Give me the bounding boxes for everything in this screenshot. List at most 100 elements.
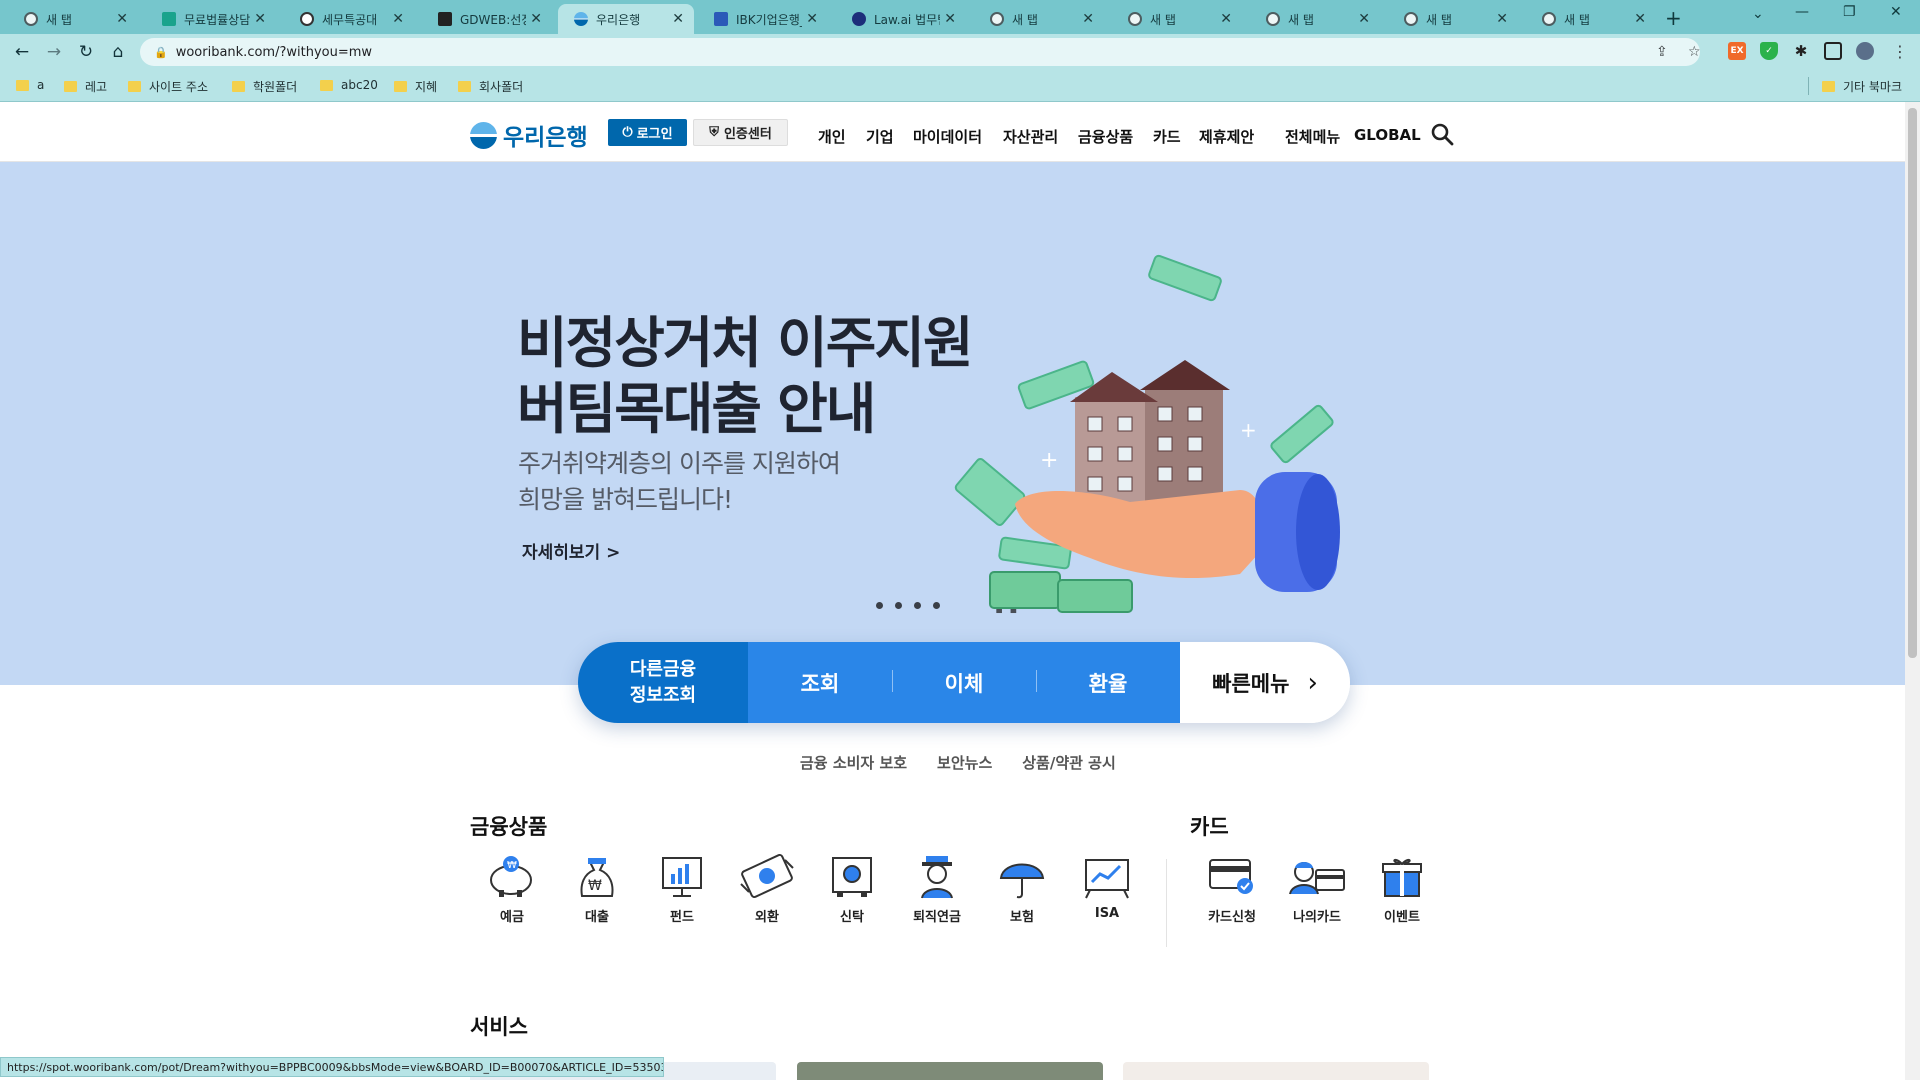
product-isa[interactable]: ISA [1071,854,1143,921]
close-icon[interactable]: ✕ [1358,11,1370,27]
bookmark-folder[interactable]: 레고 [64,78,107,95]
my-card[interactable]: 나의카드 [1281,854,1353,925]
address-bar[interactable]: 🔒 wooribank.com/?withyou=mw [140,38,1700,66]
nav-personal[interactable]: 개인 [818,126,846,147]
tab[interactable]: 새 탭 ✕ [1388,4,1518,34]
tab-search-icon[interactable]: ⌄ [1752,6,1764,22]
product-deposit[interactable]: ₩ 예금 [476,854,548,925]
tab[interactable]: 무료법률상담 ✕ [146,4,276,34]
close-icon[interactable]: ✕ [806,11,818,27]
currency-exchange-icon [740,854,794,898]
product-fx[interactable]: 외환 [731,854,803,925]
restore-button[interactable]: ❐ [1843,4,1856,20]
tab[interactable]: GDWEB:선정 ✕ [422,4,552,34]
card-apply[interactable]: 카드신청 [1196,854,1268,925]
tab[interactable]: 새 탭 ✕ [1250,4,1380,34]
transfer-button[interactable]: 이체 [892,668,1036,698]
product-loan[interactable]: ₩ 대출 [561,854,633,925]
service-card-image[interactable] [797,1062,1103,1080]
nav-card[interactable]: 카드 [1153,126,1181,147]
forward-icon[interactable]: → [42,40,66,64]
product-trust[interactable]: 신탁 [816,854,888,925]
security-news-link[interactable]: 보안뉴스 [937,752,992,773]
inquiry-button[interactable]: 조회 [748,668,892,698]
side-panel-icon[interactable] [1824,42,1842,60]
close-icon[interactable]: ✕ [672,11,684,27]
puzzle-icon[interactable]: ✱ [1792,42,1810,60]
close-icon[interactable]: ✕ [1496,11,1508,27]
tab[interactable]: 새 탭 ✕ [1526,4,1656,34]
search-icon[interactable] [1430,122,1454,146]
nav-partnership[interactable]: 제휴제안 [1199,126,1254,147]
section-divider [1166,859,1167,947]
more-menu-icon[interactable]: ⋮ [1892,42,1908,61]
tab[interactable]: Law.ai 법무팀✕ [836,4,966,34]
bookmark-folder[interactable]: 회사폴더 [458,78,523,95]
reload-icon[interactable]: ↻ [74,40,98,64]
login-button[interactable]: ⏻ 로그인 [608,119,687,146]
slide-dot[interactable] [876,602,883,609]
slide-dot[interactable] [895,602,902,609]
close-icon[interactable]: ✕ [530,11,542,27]
card-event[interactable]: 이벤트 [1366,854,1438,925]
tab-active[interactable]: 우리은행 ✕ [558,4,694,34]
close-icon[interactable]: ✕ [116,11,128,27]
close-icon[interactable]: ✕ [254,11,266,27]
close-icon[interactable]: ✕ [392,11,404,27]
cert-center-button[interactable]: ⛨ 인증센터 [693,119,788,146]
folder-icon [128,81,141,92]
nav-asset[interactable]: 자산관리 [1003,126,1058,147]
minimize-button[interactable]: — [1795,4,1809,20]
back-icon[interactable]: ← [10,40,34,64]
bookmark-folder[interactable]: 학원폴더 [232,78,297,95]
shield-extension-icon[interactable]: ✓ [1760,42,1778,60]
home-icon[interactable]: ⌂ [106,40,130,64]
nav-products[interactable]: 금융상품 [1078,126,1133,147]
scrollbar-thumb[interactable] [1908,108,1917,658]
nav-all-menu[interactable]: 전체메뉴 [1285,126,1340,147]
chart-monitor-icon [662,857,702,897]
bookmark-folder[interactable]: abc20 [320,78,378,92]
close-window-button[interactable]: ✕ [1890,4,1902,20]
nav-mydata[interactable]: 마이데이터 [913,126,982,147]
site-header: 우리은행 ⏻ 로그인 ⛨ 인증센터 개인 기업 마이데이터 자산관리 금융상품 카드… [0,102,1905,162]
tab[interactable]: 새 탭 ✕ [974,4,1104,34]
other-bookmarks[interactable]: 기타 북마크 [1822,78,1902,95]
slide-dot[interactable] [914,602,921,609]
bookmark-folder[interactable]: 사이트 주소 [128,78,208,95]
extension-ex-icon[interactable]: EX [1728,42,1746,60]
tab[interactable]: 새 탭 ✕ [8,4,138,34]
bookmark-folder[interactable]: a [16,78,44,92]
new-tab-button[interactable]: + [1665,6,1682,30]
consumer-protection-link[interactable]: 금융 소비자 보호 [800,752,907,773]
exchange-rate-button[interactable]: 환율 [1036,668,1180,698]
product-terms-link[interactable]: 상품/약관 공시 [1022,752,1116,773]
tab[interactable]: IBK기업은행_ ✕ [698,4,828,34]
service-card-image[interactable] [1123,1062,1429,1080]
bookmark-folder[interactable]: 지혜 [394,78,437,95]
tab[interactable]: 세무특공대 ✕ [284,4,414,34]
woori-logo[interactable]: 우리은행 [470,118,588,152]
quick-menu-button[interactable]: 빠른메뉴 › [1180,642,1350,723]
nav-corporate[interactable]: 기업 [866,126,894,147]
lock-icon: 🔒 [154,45,168,59]
share-icon[interactable]: ⇪ [1656,44,1668,60]
hero-more-link[interactable]: 자세히보기 > [522,538,620,563]
close-icon[interactable]: ✕ [1082,11,1094,27]
close-icon[interactable]: ✕ [1634,11,1646,27]
tab[interactable]: 새 탭 ✕ [1112,4,1242,34]
close-icon[interactable]: ✕ [944,11,956,27]
product-pension[interactable]: 퇴직연금 [901,854,973,925]
globe-icon [1542,12,1556,26]
bookmarks-divider [1808,77,1809,95]
slide-dot[interactable] [933,602,940,609]
product-insurance[interactable]: 보험 [986,854,1058,925]
product-fund[interactable]: 펀드 [646,854,718,925]
other-finance-inquiry-button[interactable]: 다른금융 정보조회 [578,642,748,723]
url-text: wooribank.com/?withyou=mw [175,44,373,60]
star-icon[interactable]: ☆ [1688,44,1701,60]
profile-avatar[interactable] [1856,42,1874,60]
hand-house-money-illustration: ++ [954,254,1340,613]
nav-global[interactable]: GLOBAL [1354,126,1421,144]
close-icon[interactable]: ✕ [1220,11,1232,27]
